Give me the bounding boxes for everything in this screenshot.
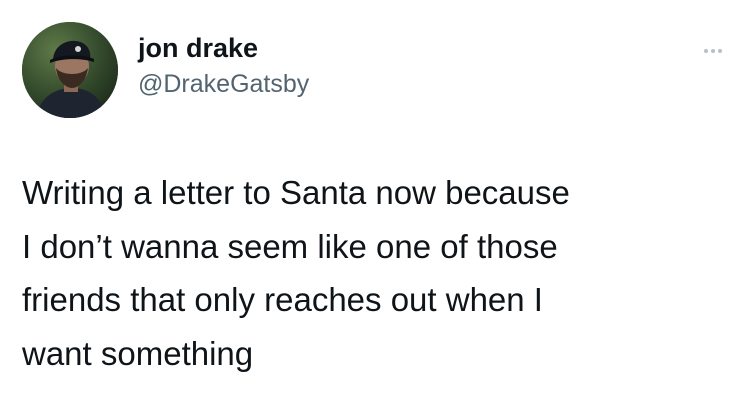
avatar[interactable] (22, 22, 118, 118)
more-horizontal-icon (704, 49, 708, 53)
tweet-card: jon drake @DrakeGatsby Writing a letter … (0, 0, 750, 404)
tweet-header: jon drake @DrakeGatsby (22, 22, 728, 122)
user-info[interactable]: jon drake @DrakeGatsby (138, 32, 309, 100)
author-display-name[interactable]: jon drake (138, 32, 309, 64)
profile-photo-icon (22, 22, 118, 118)
more-horizontal-icon (718, 49, 722, 53)
more-horizontal-icon (711, 49, 715, 53)
author-handle[interactable]: @DrakeGatsby (138, 68, 309, 100)
tweet-text-line: friends that only reaches out when I (22, 281, 543, 318)
tweet-text-line: want something (22, 334, 254, 372)
tweet-text-line: I don’t wanna seem like one of those (22, 227, 558, 265)
tweet-text: Writing a letter to Santa now because I … (22, 166, 728, 380)
more-options-button[interactable] (698, 42, 728, 60)
tweet-text-line: Writing a letter to Santa now because (22, 174, 570, 211)
